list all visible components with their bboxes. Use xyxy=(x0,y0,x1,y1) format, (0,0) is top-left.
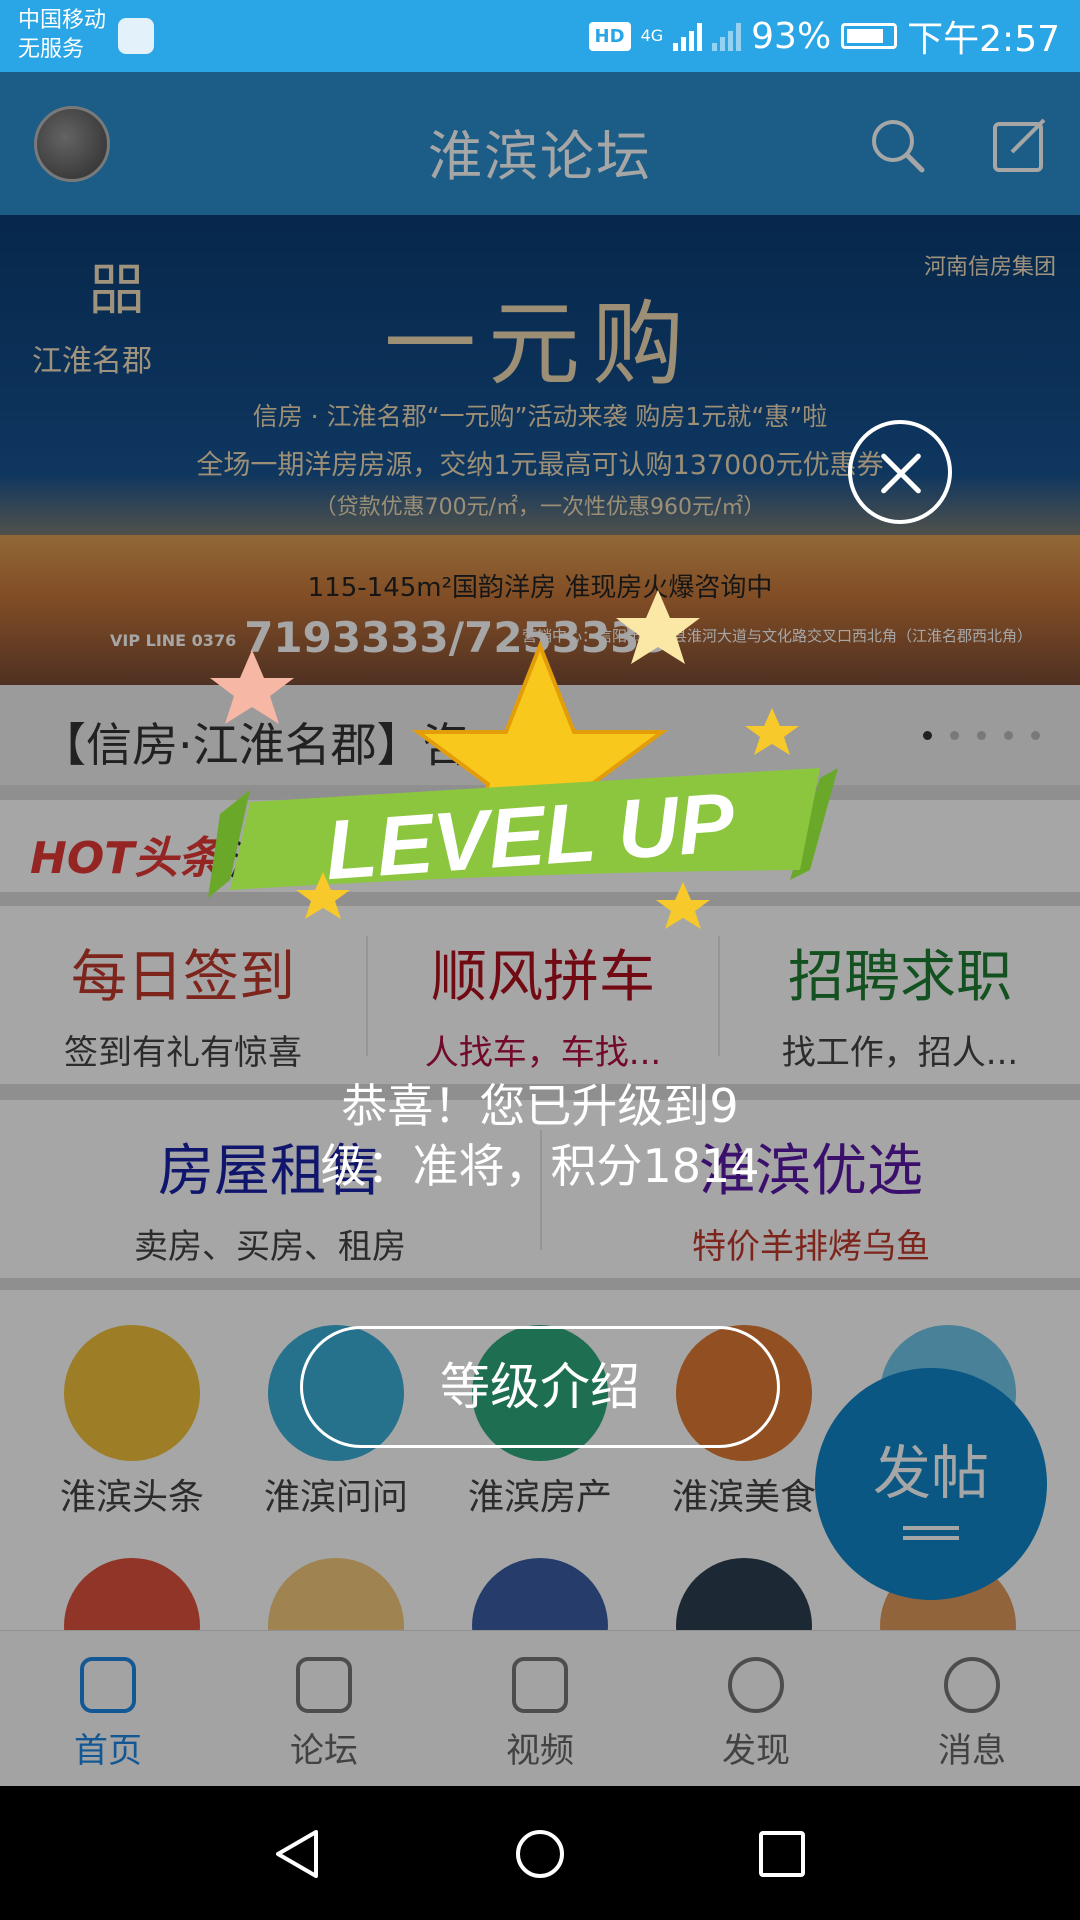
battery-icon xyxy=(841,23,898,49)
notification-app-icon xyxy=(118,18,154,54)
carrier-name: 中国移动 xyxy=(18,8,107,33)
signal-icon xyxy=(673,21,703,51)
small-star-icon xyxy=(745,708,799,755)
small-star-icon xyxy=(210,650,294,724)
network-type: 4G xyxy=(640,26,664,45)
status-indicators: HD 4G 93% 下午2:57 xyxy=(588,10,1060,62)
close-popup-button[interactable] xyxy=(848,420,952,524)
carrier-info: 中国移动 无服务 xyxy=(18,6,106,64)
recents-icon[interactable] xyxy=(756,1828,808,1880)
small-star-icon xyxy=(656,882,710,929)
back-icon[interactable] xyxy=(272,1828,324,1880)
status-bar: 中国移动 无服务 HD 4G 93% 下午2:57 xyxy=(0,0,1080,72)
level-up-message: 恭喜！您已升级到9级：准将，积分1814 xyxy=(320,1079,760,1193)
battery-percent: 93% xyxy=(751,15,832,57)
level-up-badge: LEVEL UP xyxy=(208,590,838,929)
small-star-icon xyxy=(616,590,700,664)
service-status: 无服务 xyxy=(18,37,85,62)
home-button-icon[interactable] xyxy=(514,1828,566,1880)
level-intro-button[interactable]: 等级介绍 xyxy=(300,1326,780,1448)
system-nav-bar xyxy=(0,1786,1080,1920)
signal-icon-2 xyxy=(712,21,742,51)
clock: 下午2:57 xyxy=(907,19,1060,60)
level-up-text: LEVEL UP xyxy=(322,775,738,897)
hd-badge: HD xyxy=(588,21,631,51)
